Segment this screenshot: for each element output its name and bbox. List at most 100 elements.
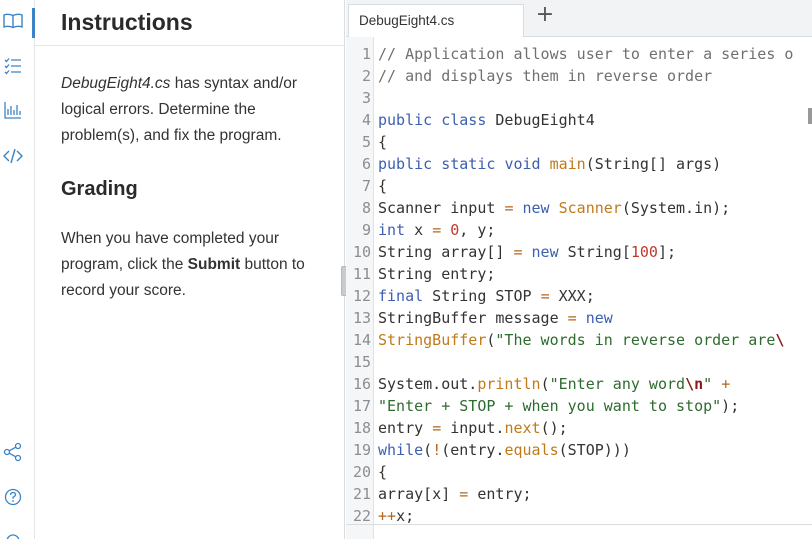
code-text: Scanner input = new Scanner(System.in); [378,197,730,219]
code-line[interactable]: 3 [346,87,812,109]
code-token: String STOP [423,287,541,305]
code-line[interactable]: 4 public class DebugEight4 [346,109,812,131]
code-token: new [531,243,559,261]
code-line[interactable]: 5{ [346,131,812,153]
code-token: final [378,287,424,305]
editor-scrollbar[interactable] [808,108,812,124]
code-line[interactable]: 17 "Enter + STOP + when you want to stop"… [346,395,812,417]
code-icon[interactable] [3,146,23,166]
help-icon[interactable] [3,487,23,507]
code-token: x [405,221,433,239]
code-token: (System.in); [621,199,731,217]
line-number: 20 [352,463,371,481]
code-line[interactable]: 20 { [346,461,812,483]
code-line[interactable]: 13 StringBuffer message = new [346,307,812,329]
line-number: 13 [352,309,371,327]
code-token: "Enter any word [549,375,686,393]
code-line[interactable]: 10 String array[] = new String[100]; [346,241,812,263]
line-number: 11 [352,265,371,283]
code-token: main [549,155,586,173]
code-token: public [378,111,433,129]
checklist-icon[interactable] [3,56,23,76]
code-token: " [703,375,713,393]
code-token: { [378,177,388,195]
code-token: println [477,375,541,393]
code-token: ); [721,397,740,415]
code-line[interactable]: 19 while(!(entry.equals(STOP))) [346,439,812,461]
code-line[interactable]: 2 // and displays them in reverse order [346,65,812,87]
code-text: entry = input.next(); [378,417,568,439]
code-line[interactable]: 1 // Application allows user to enter a s… [346,43,812,65]
code-token: public [378,155,433,173]
code-token: String array[] [378,243,514,261]
code-line[interactable]: 21 array[x] = entry; [346,483,812,505]
code-token: x; [396,507,415,525]
code-token: equals [504,441,559,459]
code-token: String entry; [378,265,496,283]
code-text: StringBuffer message = new [378,307,613,329]
line-number: 5 [361,133,371,151]
line-number: 19 [352,441,371,459]
code-token: // and displays them in reverse order [378,67,713,85]
code-area[interactable]: 1 // Application allows user to enter a s… [346,37,812,539]
code-line[interactable]: 11 String entry; [346,263,812,285]
code-line[interactable]: 9 int x = 0, y; [346,219,812,241]
code-text: final String STOP = XXX; [378,285,595,307]
code-text: int x = 0, y; [378,219,495,241]
code-text: String entry; [378,263,495,285]
code-line[interactable]: 14 StringBuffer("The words in reverse ord… [346,329,812,351]
code-token: ( [423,441,433,459]
code-token: , y; [459,221,496,239]
code-token: XXX; [549,287,595,305]
code-token: while [378,441,424,459]
share-icon[interactable] [3,442,23,462]
instructions-text: DebugEight4.cs has syntax and/or logical… [61,71,323,149]
code-token: // Application allows user to enter a se… [378,45,794,63]
grading-title: Grading [61,178,138,200]
panel-header: Instructions [35,0,345,46]
code-line[interactable]: 18 entry = input.next(); [346,417,812,439]
book-icon[interactable] [3,11,23,31]
code-line[interactable]: 7{ [346,175,812,197]
code-token: (String[] args) [585,155,722,173]
code-text: public class DebugEight4 [378,109,595,131]
code-text: { [378,175,387,197]
code-token: new [522,199,550,217]
code-line[interactable]: 12 final String STOP = XXX; [346,285,812,307]
code-line[interactable]: 8 Scanner input = new Scanner(System.in); [346,197,812,219]
code-token: = [432,419,442,437]
line-number: 4 [361,111,371,129]
code-token: { [378,133,388,151]
line-number: 17 [352,397,371,415]
code-token: = [513,243,523,261]
code-token: = [540,287,550,305]
line-number: 16 [352,375,371,393]
code-token: { [378,463,388,481]
editor-tab-bar: DebugEight4.cs + [346,0,812,37]
code-text: array[x] = entry; [378,483,532,505]
code-token: = [459,485,469,503]
line-number: 21 [352,485,371,503]
code-token: 100 [630,243,658,261]
code-line[interactable]: 6 public static void main(String[] args) [346,153,812,175]
bar-chart-icon[interactable] [3,100,23,120]
code-token: int [378,221,406,239]
code-text: public static void main(String[] args) [378,153,721,175]
code-token: 0 [450,221,460,239]
code-line[interactable]: 16 System.out.println("Enter any word\n" … [346,373,812,395]
add-tab-button[interactable]: + [534,4,556,28]
file-tab[interactable]: DebugEight4.cs [348,4,524,37]
code-line[interactable]: 15 [346,351,812,373]
settings-icon[interactable] [3,531,23,539]
code-token: "Enter + STOP + when you want to stop" [378,397,722,415]
code-token: (entry. [441,441,505,459]
code-token: DebugEight4 [486,111,595,129]
code-token: (STOP))) [558,441,631,459]
code-text: System.out.println("Enter any word\n" + [378,373,730,395]
